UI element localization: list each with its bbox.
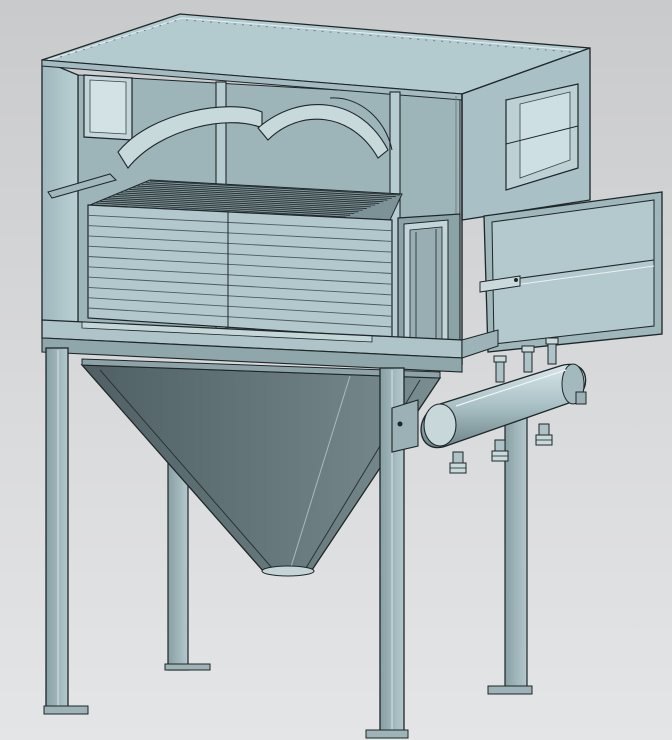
cad-viewport[interactable] bbox=[0, 0, 672, 740]
top-nozzle bbox=[545, 337, 559, 365]
tank-bracket bbox=[391, 399, 419, 453]
left-side-panel bbox=[41, 59, 79, 336]
front-left-leg bbox=[43, 347, 89, 715]
heat-exchanger-core bbox=[87, 179, 403, 339]
access-door[interactable] bbox=[479, 191, 663, 353]
cad-model-render bbox=[41, 13, 663, 739]
bottom-nozzle bbox=[449, 451, 467, 474]
bottom-nozzle bbox=[535, 423, 553, 446]
top-nozzle bbox=[521, 345, 535, 373]
inlet-frame bbox=[397, 213, 461, 359]
top-nozzle bbox=[493, 355, 507, 383]
hopper-outlet bbox=[261, 565, 315, 577]
